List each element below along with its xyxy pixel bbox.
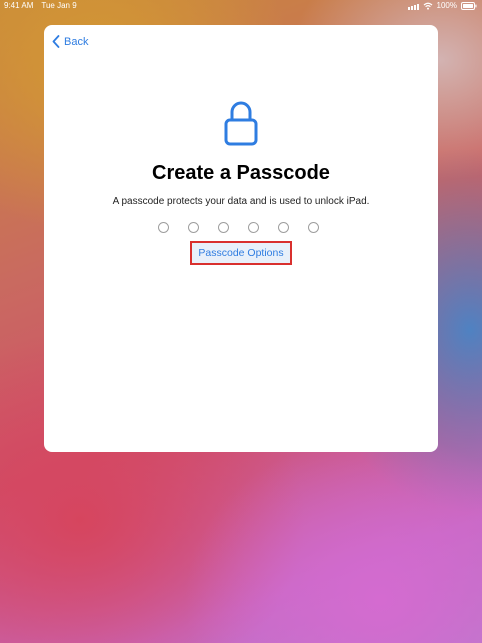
subtitle: A passcode protects your data and is use… [112,196,370,207]
passcode-dot [278,222,289,233]
passcode-dot [218,222,229,233]
lock-icon [224,100,258,146]
chevron-left-icon [52,35,60,48]
passcode-dot [158,222,169,233]
passcode-options-link[interactable]: Passcode Options [192,243,290,263]
status-time: 9:41 AM [4,1,34,10]
status-right: 100% [407,0,477,12]
back-button[interactable]: Back [52,35,88,48]
status-date: Tue Jan 9 [41,1,77,10]
status-bar: 9:41 AM Tue Jan 9 100% [0,0,482,12]
status-left: 9:41 AM Tue Jan 9 [4,0,77,12]
wifi-icon [423,2,433,10]
page-title: Create a Passcode [152,162,330,184]
passcode-entry[interactable] [158,222,319,233]
battery-icon [461,2,477,10]
back-label: Back [64,35,89,48]
passcode-dot [188,222,199,233]
passcode-dot [308,222,319,233]
signal-icon [407,3,419,10]
battery-percent: 100% [436,1,457,10]
setup-card: Back Create a Passcode A passcode protec… [44,25,438,452]
passcode-dot [248,222,259,233]
